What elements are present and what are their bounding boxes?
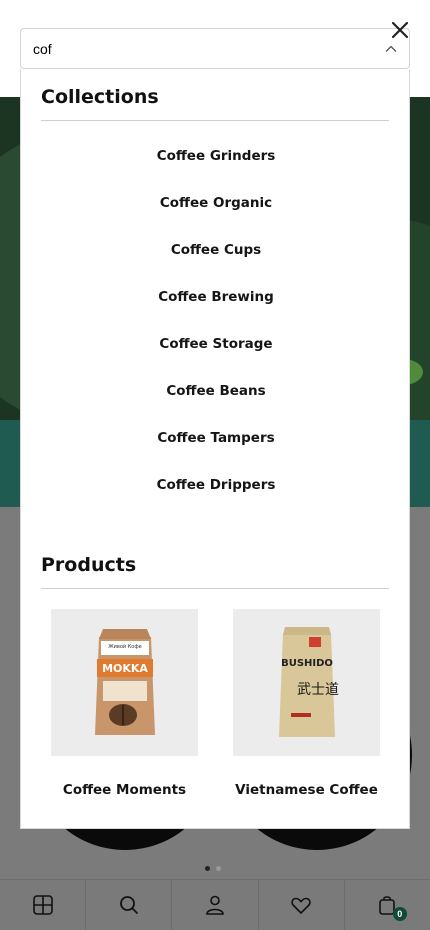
product-card[interactable]: Живой Кофе MOKKA Coffee Moments [51,609,198,798]
collection-link[interactable]: Coffee Grinders [21,144,411,191]
collection-link[interactable]: Coffee Beans [21,379,411,426]
collection-link[interactable]: Coffee Brewing [21,285,411,332]
package-label: 武士道 [297,682,339,698]
collections-heading: Collections [41,86,159,108]
nav-item-search[interactable] [86,880,173,930]
package-label: MOKKA [102,662,148,675]
carousel-dot[interactable] [216,866,221,871]
nav-item-cart[interactable]: 0 [345,880,430,930]
search-box [20,28,410,69]
collection-link[interactable]: Coffee Storage [21,332,411,379]
close-icon[interactable] [388,18,412,42]
products-heading: Products [41,554,137,576]
cart-count-badge: 0 [392,907,407,921]
chevron-up-icon[interactable] [383,41,399,57]
coffee-bag-image: BUSHIDO 武士道 [279,627,339,737]
search-results-panel: Collections Coffee Grinders Coffee Organ… [20,69,410,829]
nav-item-catalog[interactable] [0,880,87,930]
nav-item-wishlist[interactable] [259,880,345,930]
nav-item-account[interactable] [172,880,259,930]
search-input[interactable] [21,29,361,68]
user-icon [206,895,224,915]
product-card[interactable]: BUSHIDO 武士道 Vietnamese Coffee [233,609,380,798]
collection-link[interactable]: Coffee Organic [21,191,411,238]
carousel-dots[interactable] [205,866,221,871]
heart-icon [291,897,311,915]
collection-link[interactable]: Coffee Tampers [21,426,411,473]
divider [41,120,389,121]
coffee-bag-image: Живой Кофе MOKKA [95,629,155,735]
package-brand: BUSHIDO [281,658,333,669]
collection-link[interactable]: Coffee Drippers [21,473,411,520]
divider [41,588,389,589]
search-icon [119,896,138,914]
carousel-dot-active[interactable] [205,866,210,871]
collections-list: Coffee Grinders Coffee Organic Coffee Cu… [21,144,411,520]
product-name[interactable]: Vietnamese Coffee [225,782,388,798]
product-name[interactable]: Coffee Moments [51,782,198,798]
product-image[interactable]: BUSHIDO 武士道 [233,609,380,756]
bottom-nav: 0 [0,879,430,930]
grid-icon [32,895,53,915]
collection-link[interactable]: Coffee Cups [21,238,411,285]
product-image[interactable]: Живой Кофе MOKKA [51,609,198,756]
package-brand: Живой Кофе [108,643,141,650]
